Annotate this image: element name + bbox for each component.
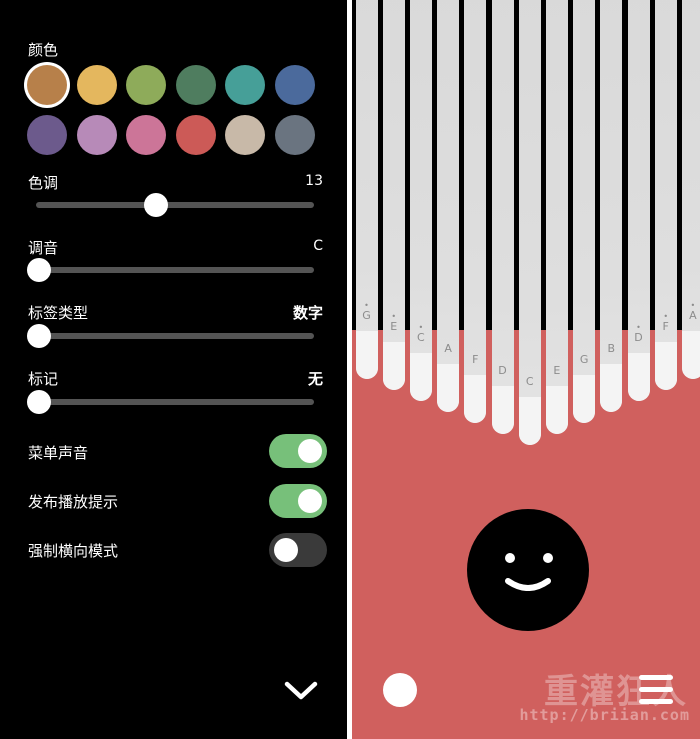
tuning-slider[interactable] <box>27 258 314 282</box>
tine-tip <box>681 331 700 379</box>
tine-tip <box>545 386 568 434</box>
tine-tip <box>600 364 623 412</box>
tuning-slider-track <box>36 267 314 273</box>
tine-tip <box>573 375 596 423</box>
kalimba-tine[interactable]: • D <box>627 0 650 401</box>
menu-sound-label: 菜单声音 <box>28 444 89 462</box>
tine-tip <box>382 342 405 390</box>
hue-slider[interactable] <box>36 193 314 217</box>
marking-slider[interactable] <box>27 390 314 414</box>
tine-note-label: C <box>417 331 425 344</box>
tine-note-label: A <box>444 342 452 355</box>
label-type-slider-thumb[interactable] <box>27 324 51 348</box>
kalimba-tine[interactable]: • E <box>382 0 405 390</box>
mouth-icon <box>505 578 551 591</box>
hue-slider-thumb[interactable] <box>143 193 168 217</box>
kalimba-tine[interactable]: F <box>464 0 487 423</box>
tine-tip <box>355 331 378 379</box>
tine-note-label: E <box>390 320 398 333</box>
kalimba-tine[interactable]: A <box>437 0 460 412</box>
kalimba-tine[interactable]: C <box>518 0 541 445</box>
tine-note-label: G <box>579 353 589 366</box>
kalimba-tine[interactable]: • G <box>355 0 378 379</box>
force-landscape-toggle[interactable] <box>269 533 327 567</box>
color-swatch[interactable] <box>27 65 67 105</box>
kalimba-tine[interactable]: E <box>545 0 568 434</box>
kalimba-tine[interactable]: • A <box>681 0 700 379</box>
tine-note-label: D <box>634 331 643 344</box>
kalimba-tine[interactable]: • F <box>654 0 677 390</box>
color-swatch[interactable] <box>274 65 315 105</box>
settings-panel: 颜色 色调 13 调音 C 标签类型 数字 标记 无 菜单声音 发布播放提示 强… <box>0 0 350 739</box>
hue-label: 色调 <box>28 174 59 192</box>
kalimba-tine[interactable]: • C <box>409 0 432 401</box>
hue-value: 13 <box>305 173 323 189</box>
label-type-slider[interactable] <box>27 324 314 348</box>
tuning-value: C <box>313 238 323 254</box>
marking-value: 无 <box>307 370 323 388</box>
label-type-label: 标签类型 <box>28 304 89 322</box>
color-label: 颜色 <box>28 41 59 59</box>
watermark-url: http://briian.com <box>519 706 690 724</box>
toggle-knob <box>298 489 322 513</box>
tine-tip <box>409 353 432 401</box>
tine-note-label: C <box>525 375 534 388</box>
kalimba-tine[interactable]: B <box>600 0 623 412</box>
tine-tip <box>518 397 541 445</box>
toggle-knob <box>274 538 298 562</box>
kalimba-tine[interactable]: D <box>491 0 514 434</box>
color-swatch[interactable] <box>175 65 216 105</box>
color-swatch[interactable] <box>76 65 117 105</box>
tine-note-label: G <box>362 309 371 322</box>
toggle-knob <box>298 439 322 463</box>
hamburger-menu-icon[interactable] <box>639 675 673 705</box>
marking-label: 标记 <box>28 370 59 388</box>
label-type-slider-track <box>36 333 314 339</box>
tine-note-label: D <box>498 364 507 377</box>
tine-note-label: B <box>607 342 616 355</box>
color-swatch[interactable] <box>76 115 117 155</box>
kalimba-tine[interactable]: G <box>573 0 596 423</box>
menu-sound-toggle[interactable] <box>269 434 327 468</box>
color-swatch[interactable] <box>175 115 216 155</box>
color-swatch[interactable] <box>126 65 166 105</box>
label-type-value: 数字 <box>292 304 323 322</box>
force-landscape-label: 强制横向模式 <box>28 542 119 560</box>
smiley-face-icon[interactable] <box>467 509 589 631</box>
marking-slider-track <box>36 399 314 405</box>
color-swatch[interactable] <box>27 115 67 155</box>
release-hint-toggle[interactable] <box>269 484 327 518</box>
tine-note-label: F <box>472 353 479 366</box>
kalimba-body: • G • E • C A F D C E G B • D • F • A 重灌狂人 http://briian.c… <box>352 0 700 739</box>
record-dot-icon[interactable] <box>383 673 417 707</box>
tine-tip <box>627 353 650 401</box>
tuning-slider-thumb[interactable] <box>27 258 51 282</box>
color-swatch[interactable] <box>225 115 265 155</box>
color-swatch[interactable] <box>274 115 315 155</box>
tine-note-label: F <box>662 320 669 333</box>
color-swatch[interactable] <box>225 65 265 105</box>
tine-tip <box>491 386 514 434</box>
tine-tip <box>654 342 677 390</box>
hue-slider-track <box>36 202 314 208</box>
tine-note-label: A <box>689 309 697 322</box>
color-swatch[interactable] <box>126 115 166 155</box>
marking-slider-thumb[interactable] <box>27 390 51 414</box>
release-hint-label: 发布播放提示 <box>28 493 119 511</box>
tine-tip <box>437 364 460 412</box>
chevron-down-icon[interactable] <box>281 673 321 709</box>
tine-tip <box>464 375 487 423</box>
tuning-label: 调音 <box>28 239 59 257</box>
tine-note-label: E <box>553 364 561 377</box>
